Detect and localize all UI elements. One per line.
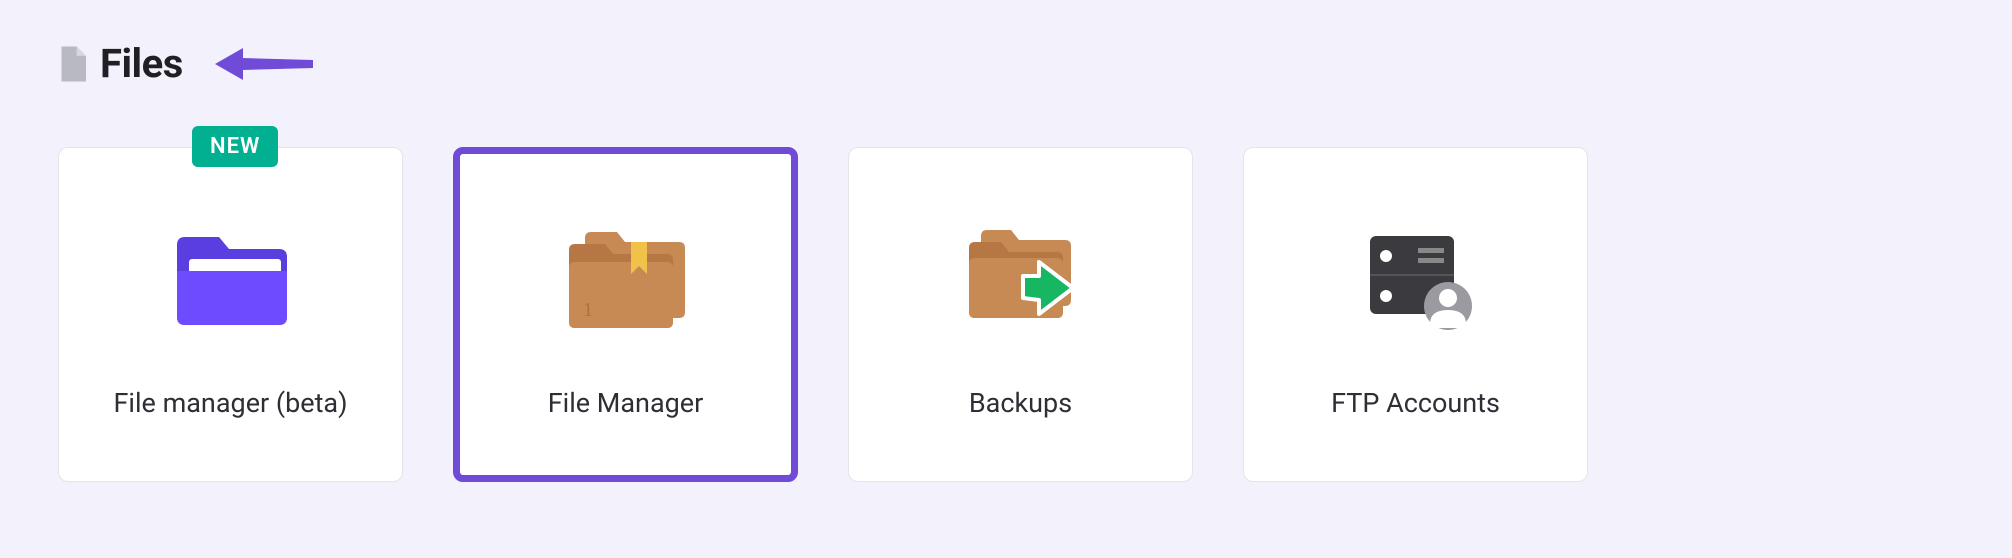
svg-text:1: 1 xyxy=(583,299,593,321)
card-label: File manager (beta) xyxy=(114,387,348,419)
cards-row: NEW File manager (beta) 1 File Manager xyxy=(0,87,2012,482)
new-badge: NEW xyxy=(192,126,278,167)
card-file-manager[interactable]: 1 File Manager xyxy=(453,147,798,482)
arrow-left-icon xyxy=(215,44,315,84)
file-icon xyxy=(58,46,86,82)
card-ftp-accounts[interactable]: FTP Accounts xyxy=(1243,147,1588,482)
card-label: Backups xyxy=(969,387,1072,419)
card-label: File Manager xyxy=(548,387,704,419)
server-user-icon xyxy=(1356,211,1476,351)
folder-brown-bookmark-icon: 1 xyxy=(561,211,691,351)
folder-purple-icon xyxy=(171,211,291,351)
folder-share-icon xyxy=(961,211,1081,351)
section-title: Files xyxy=(100,40,183,87)
card-file-manager-beta[interactable]: NEW File manager (beta) xyxy=(58,147,403,482)
card-label: FTP Accounts xyxy=(1331,387,1500,419)
card-backups[interactable]: Backups xyxy=(848,147,1193,482)
section-header: Files xyxy=(0,0,2012,87)
